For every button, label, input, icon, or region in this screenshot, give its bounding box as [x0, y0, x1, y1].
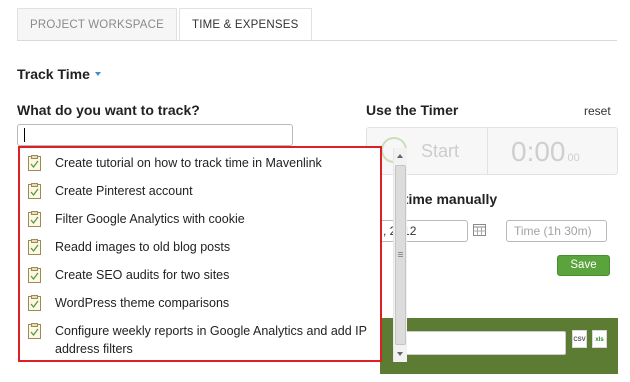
grip-line — [398, 256, 403, 257]
list-item-label: Create SEO audits for two sites — [55, 268, 230, 282]
track-question-label: What do you want to track? — [17, 102, 200, 118]
reset-link[interactable]: reset — [584, 104, 611, 118]
track-time-menu[interactable]: Track Time — [17, 66, 101, 82]
tab-bar: PROJECT WORKSPACE TIME & EXPENSES — [17, 8, 312, 41]
timer-seconds: 00 — [567, 152, 580, 164]
list-item-label: Create Pinterest account — [55, 184, 193, 198]
text-cursor — [24, 128, 25, 142]
scroll-down-icon[interactable] — [397, 352, 403, 356]
list-item[interactable]: WordPress theme comparisons — [20, 294, 380, 312]
timer-display: 0:00 00 — [511, 136, 580, 168]
task-icon — [28, 295, 41, 311]
task-icon — [28, 183, 41, 199]
start-label: Start — [421, 141, 460, 161]
list-item-label: WordPress theme comparisons — [55, 296, 230, 310]
list-item[interactable]: Filter Google Analytics with cookie — [20, 210, 380, 228]
manual-time-title: l time manually — [396, 191, 498, 207]
list-item[interactable]: Create tutorial on how to track time in … — [20, 154, 380, 172]
xls-export-icon[interactable]: xls — [592, 330, 607, 348]
list-item-label: Configure weekly reports in Google Analy… — [55, 324, 367, 356]
task-icon — [28, 211, 41, 227]
list-item[interactable]: Readd images to old blog posts — [20, 238, 380, 256]
task-icon — [28, 155, 41, 171]
task-icon — [28, 267, 41, 283]
list-item[interactable]: Create SEO audits for two sites — [20, 266, 380, 284]
timer-title: Use the Timer — [366, 102, 459, 118]
grip-line — [398, 252, 403, 253]
track-search-input[interactable] — [17, 124, 293, 146]
list-item-label: Filter Google Analytics with cookie — [55, 212, 245, 226]
task-icon — [28, 239, 41, 255]
csv-export-icon[interactable]: CSV — [572, 330, 587, 348]
calendar-icon[interactable] — [473, 224, 486, 236]
save-button[interactable]: Save — [557, 255, 610, 276]
dropdown-scrollbar[interactable] — [393, 148, 407, 362]
grip-line — [398, 254, 403, 255]
expense-input[interactable] — [400, 331, 566, 355]
tab-project-workspace[interactable]: PROJECT WORKSPACE — [17, 8, 177, 41]
timer-value: 0:00 — [511, 136, 566, 167]
list-item[interactable]: Configure weekly reports in Google Analy… — [20, 322, 380, 358]
scroll-up-icon[interactable] — [397, 154, 403, 158]
tab-divider — [17, 40, 617, 41]
time-field[interactable] — [506, 220, 607, 242]
list-item-label: Create tutorial on how to track time in … — [55, 156, 322, 170]
scroll-thumb[interactable] — [395, 165, 406, 345]
task-autocomplete-list: Create tutorial on how to track time in … — [18, 146, 382, 362]
tab-time-expenses[interactable]: TIME & EXPENSES — [178, 8, 312, 41]
date-field[interactable]: , 2012 — [376, 220, 468, 242]
track-time-label: Track Time — [17, 66, 90, 82]
caret-down-icon — [94, 72, 101, 77]
start-timer-button[interactable]: Start — [367, 128, 488, 174]
list-item[interactable]: Create Pinterest account — [20, 182, 380, 200]
list-item-label: Readd images to old blog posts — [55, 240, 231, 254]
task-icon — [28, 323, 41, 339]
